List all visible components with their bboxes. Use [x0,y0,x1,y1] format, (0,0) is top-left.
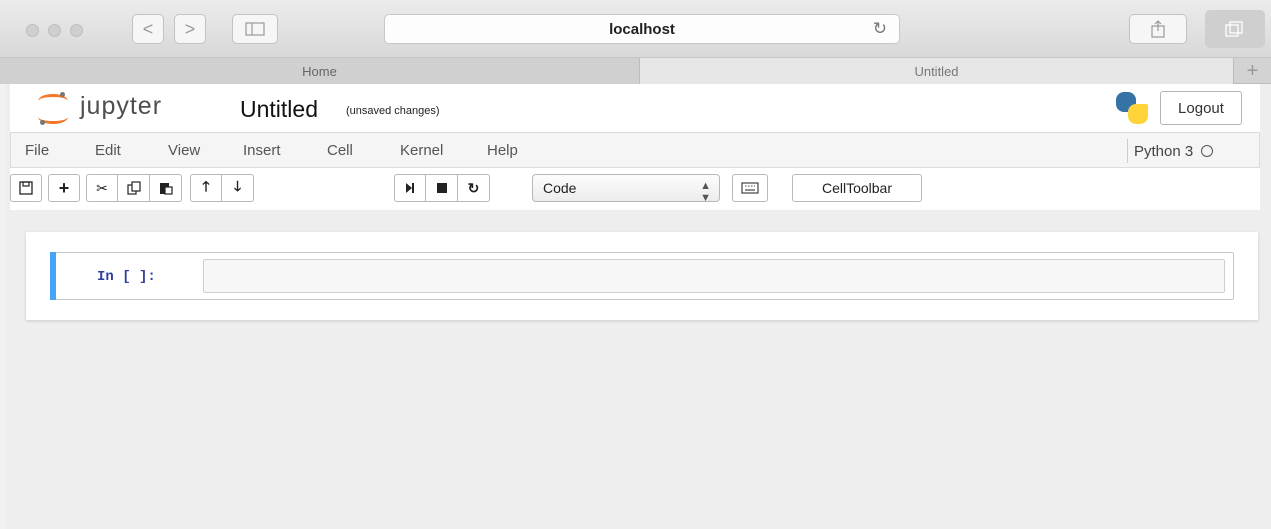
close-window-button[interactable] [26,24,39,37]
cell-type-value: Code [543,180,577,196]
cut-button[interactable]: ✂ [86,174,118,202]
input-prompt: In [ ]: [97,269,156,285]
menu-help[interactable]: Help [487,142,518,159]
save-button[interactable] [10,174,42,202]
arrow-up-icon: 🡑 [202,178,210,194]
run-button-group: ↻ [394,174,490,202]
chevron-left-icon: < [142,18,154,39]
arrow-down-icon: 🡓 [233,178,242,194]
step-forward-icon [406,183,414,193]
menu-edit[interactable]: Edit [95,142,121,159]
menubar: File Edit View Insert Cell Kernel Help P… [10,132,1260,168]
tab-label: Home [302,63,337,79]
share-button[interactable] [1129,14,1187,44]
forward-button[interactable]: > [174,14,206,44]
celltoolbar-button[interactable]: CellToolbar [792,174,922,202]
tab-label: Untitled [914,63,959,79]
url-text: localhost [609,20,675,38]
cell-selection-bar [50,252,56,300]
zoom-window-button[interactable] [70,24,83,37]
notebook-container: In [ ]: [26,232,1258,320]
browser-tab-strip: Home Untitled + [0,58,1271,84]
kernel-idle-icon [1201,145,1214,157]
move-cell-down-button[interactable]: 🡓 [222,174,254,202]
back-button[interactable]: < [132,14,164,44]
menu-kernel[interactable]: Kernel [400,142,443,159]
menu-insert[interactable]: Insert [243,142,281,159]
interrupt-kernel-button[interactable] [426,174,458,202]
kernel-indicator: Python 3 [1127,139,1214,163]
restart-kernel-button[interactable]: ↻ [458,174,490,202]
address-bar[interactable]: localhost ↻ [384,14,900,44]
share-icon [1151,20,1165,38]
notebook-title[interactable]: Untitled [240,96,318,123]
plus-icon: + [58,177,70,198]
run-cell-button[interactable] [394,174,426,202]
minimize-window-button[interactable] [48,24,61,37]
browser-titlebar: < > localhost ↻ [0,0,1271,58]
show-all-tabs-button[interactable] [1205,10,1265,48]
stop-icon [436,183,447,193]
sidebar-icon [245,22,265,36]
copy-button[interactable] [118,174,150,202]
kernel-name: Python 3 [1134,142,1194,160]
command-palette-button[interactable] [732,174,768,202]
move-button-group: 🡑 🡓 [190,174,254,202]
select-arrows-icon: ▲ ▼ [700,180,711,204]
paste-icon [159,183,173,195]
code-cell[interactable]: In [ ]: [50,252,1234,300]
jupyter-logo-icon[interactable] [36,92,70,126]
keyboard-icon [741,182,759,194]
sidebar-toggle-button[interactable] [232,14,278,44]
cell-input-editor[interactable] [203,259,1225,293]
notebook-header: jupyter Untitled (unsaved changes) Logou… [10,84,1260,132]
new-tab-button[interactable]: + [1234,58,1271,84]
scissors-icon: ✂ [96,179,108,196]
tab-untitled[interactable]: Untitled [640,58,1234,84]
notebook-toolbar: + ✂ 🡑 🡓 ↻ Code ▲ ▼ CellToolbar [10,168,1260,210]
jupyter-wordmark[interactable]: jupyter [80,92,162,121]
insert-cell-below-button[interactable]: + [48,174,80,202]
logout-button[interactable]: Logout [1160,91,1242,125]
save-status: (unsaved changes) [346,105,440,117]
floppy-disk-icon [19,181,33,195]
reload-icon[interactable]: ↻ [873,19,887,39]
plus-icon: + [1246,59,1259,82]
edit-button-group: ✂ [86,174,182,202]
tabs-overview-icon [1225,21,1243,37]
chevron-right-icon: > [184,18,196,39]
tab-home[interactable]: Home [0,58,640,84]
copy-icon [126,181,141,195]
restart-icon: ↻ [467,179,480,196]
cell-type-select[interactable]: Code ▲ ▼ [532,174,720,204]
menu-view[interactable]: View [168,142,200,159]
paste-button[interactable] [150,174,182,202]
menu-file[interactable]: File [25,142,49,159]
menu-cell[interactable]: Cell [327,142,353,159]
move-cell-up-button[interactable]: 🡑 [190,174,222,202]
python-logo-icon [1114,90,1150,126]
